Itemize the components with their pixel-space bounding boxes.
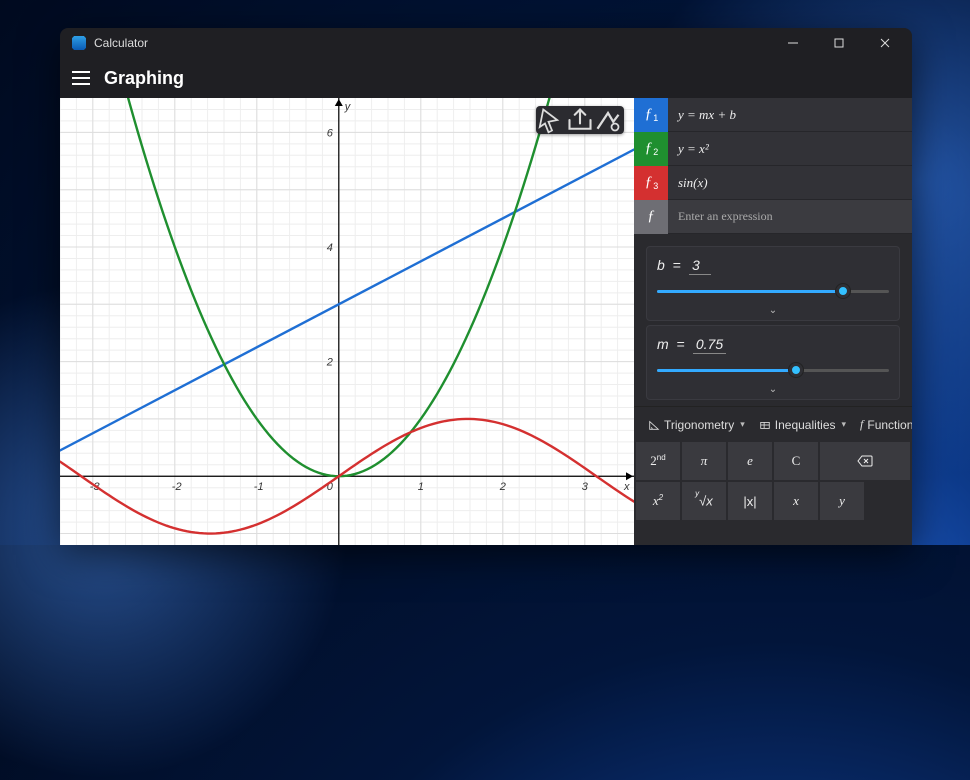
variable-value[interactable]: 3 <box>689 257 711 275</box>
variable-header: b=3 <box>657 257 889 275</box>
key-x-squared[interactable]: x2 <box>636 482 680 520</box>
category-label: Function <box>867 418 912 432</box>
svg-text:6: 6 <box>327 127 334 139</box>
variable-slider[interactable] <box>657 279 889 303</box>
keypad: 2ndπeCx2y√x|x|xy <box>634 442 912 520</box>
trace-tool-icon[interactable] <box>538 108 566 132</box>
mode-title: Graphing <box>104 68 184 89</box>
inequalities-button[interactable]: Inequalities ▾ <box>753 414 852 436</box>
svg-text:y: y <box>344 101 352 113</box>
key-abs[interactable]: |x| <box>728 482 772 520</box>
header: Graphing <box>60 58 912 98</box>
category-label: Inequalities <box>775 418 836 432</box>
graph-plot: -3-2-11232460xy <box>60 98 634 545</box>
variable-name: m <box>657 336 669 352</box>
function-row[interactable]: ƒ1y = mx + b <box>634 98 912 132</box>
graph-settings-icon[interactable] <box>594 108 622 132</box>
function-placeholder[interactable]: Enter an expression <box>668 209 912 224</box>
variables-section: b=3 ⌄ m=0.75 ⌄ <box>634 234 912 406</box>
function-expression[interactable]: y = x² <box>668 141 912 157</box>
function-badge[interactable]: ƒ2 <box>634 132 668 166</box>
key-2nd[interactable]: 2nd <box>636 442 680 480</box>
key-x[interactable]: x <box>774 482 818 520</box>
key-clear[interactable]: C <box>774 442 818 480</box>
chevron-down-icon[interactable]: ⌄ <box>657 303 889 316</box>
trigonometry-button[interactable]: Trigonometry ▾ <box>642 414 751 436</box>
function-row[interactable]: ƒ3sin(x) <box>634 166 912 200</box>
function-badge[interactable]: ƒ3 <box>634 166 668 200</box>
variable-value[interactable]: 0.75 <box>693 336 726 354</box>
share-icon[interactable] <box>566 108 594 132</box>
function-row[interactable]: ƒ2y = x² <box>634 132 912 166</box>
maximize-button[interactable] <box>816 28 862 58</box>
function-badge-empty: ƒ <box>634 200 668 234</box>
key-yroot[interactable]: y√x <box>682 482 726 520</box>
svg-text:x: x <box>623 481 630 493</box>
svg-text:-2: -2 <box>172 481 182 493</box>
app-icon <box>72 36 86 50</box>
category-label: Trigonometry <box>664 418 734 432</box>
variable-name: b <box>657 257 665 273</box>
key-pi[interactable]: π <box>682 442 726 480</box>
function-row-empty[interactable]: ƒEnter an expression <box>634 200 912 234</box>
inequality-icon <box>759 419 771 431</box>
chevron-down-icon[interactable]: ⌄ <box>657 382 889 395</box>
close-button[interactable] <box>862 28 908 58</box>
svg-text:1: 1 <box>418 481 424 493</box>
function-icon: f <box>860 417 863 432</box>
svg-text:-1: -1 <box>254 481 264 493</box>
function-button[interactable]: f Function ▾ <box>854 413 912 436</box>
chevron-down-icon: ▾ <box>842 419 847 430</box>
hamburger-icon[interactable] <box>72 71 90 85</box>
function-expression[interactable]: y = mx + b <box>668 107 912 123</box>
variable-header: m=0.75 <box>657 336 889 354</box>
side-panel: ƒ1y = mx + bƒ2y = x²ƒ3sin(x)ƒEnter an ex… <box>634 98 912 545</box>
variable-slider[interactable] <box>657 358 889 382</box>
svg-text:2: 2 <box>326 357 333 369</box>
key-y[interactable]: y <box>820 482 864 520</box>
function-expression[interactable]: sin(x) <box>668 175 912 191</box>
svg-text:3: 3 <box>582 481 589 493</box>
graph-area[interactable]: -3-2-11232460xy <box>60 98 634 545</box>
function-badge[interactable]: ƒ1 <box>634 98 668 132</box>
minimize-button[interactable] <box>770 28 816 58</box>
titlebar: Calculator <box>60 28 912 58</box>
variable-block: m=0.75 ⌄ <box>646 325 900 400</box>
app-window: Calculator Graphing -3-2-11232460xy <box>60 28 912 545</box>
category-row: Trigonometry ▾ Inequalities ▾ f Function… <box>634 406 912 442</box>
chevron-down-icon: ▾ <box>740 419 745 430</box>
key-e[interactable]: e <box>728 442 772 480</box>
svg-text:4: 4 <box>327 242 333 254</box>
function-list: ƒ1y = mx + bƒ2y = x²ƒ3sin(x)ƒEnter an ex… <box>634 98 912 234</box>
key-backspace[interactable] <box>820 442 910 480</box>
graph-toolbar <box>536 106 624 134</box>
angle-icon <box>648 419 660 431</box>
app-title: Calculator <box>94 36 148 50</box>
variable-block: b=3 ⌄ <box>646 246 900 321</box>
svg-text:2: 2 <box>499 481 506 493</box>
